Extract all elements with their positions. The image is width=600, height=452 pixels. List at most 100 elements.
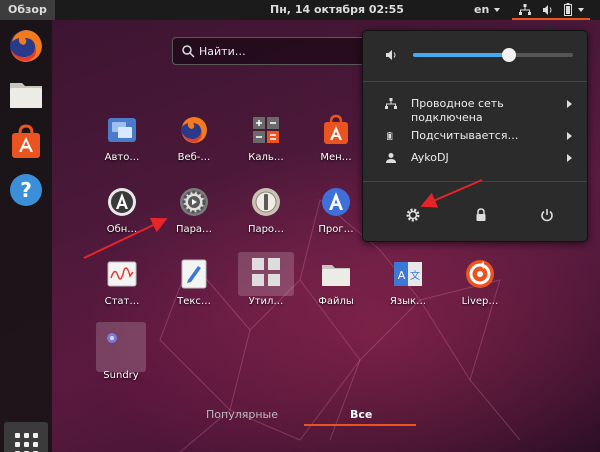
chevron-right-icon bbox=[567, 132, 572, 140]
software-center-icon bbox=[12, 124, 40, 158]
power-icon bbox=[541, 209, 553, 222]
activities-button[interactable]: Обзор bbox=[0, 0, 55, 20]
show-applications-button[interactable] bbox=[4, 422, 48, 452]
system-monitor-icon bbox=[107, 261, 137, 287]
app-item[interactable]: Livep… bbox=[452, 252, 508, 314]
calculator-icon bbox=[253, 117, 279, 143]
system-tray[interactable] bbox=[512, 0, 590, 20]
app-label: Стат… bbox=[104, 296, 140, 307]
app-item[interactable]: Текс… bbox=[166, 252, 222, 314]
battery-icon bbox=[564, 3, 572, 16]
system-tray-underline bbox=[512, 18, 590, 20]
app-item[interactable]: Обн… bbox=[94, 180, 150, 242]
svg-text:文: 文 bbox=[410, 269, 420, 282]
dock-item-files[interactable] bbox=[6, 74, 46, 114]
app-item[interactable]: Sundry bbox=[96, 322, 146, 381]
app-label: Текс… bbox=[177, 296, 211, 307]
menu-item-label: Проводное сеть подключена bbox=[411, 97, 504, 125]
tab-all[interactable]: Все bbox=[350, 408, 372, 421]
files-icon bbox=[322, 265, 350, 286]
firefox-icon bbox=[181, 117, 207, 143]
app-label: Каль… bbox=[248, 152, 284, 163]
search-icon bbox=[182, 45, 195, 58]
app-item[interactable]: Пара… bbox=[166, 180, 222, 242]
app-item[interactable]: Веб-… bbox=[166, 108, 222, 170]
app-item[interactable]: Паро… bbox=[238, 180, 294, 242]
volume-slider[interactable] bbox=[413, 48, 573, 62]
utilities-folder-icon bbox=[252, 258, 280, 286]
volume-slider-fill bbox=[413, 53, 509, 57]
menu-item-user[interactable]: AykoDJ bbox=[363, 147, 587, 171]
text-editor-icon bbox=[181, 259, 207, 289]
settings-icon bbox=[180, 188, 208, 216]
language-indicator[interactable]: en bbox=[474, 0, 489, 20]
svg-text:A: A bbox=[398, 269, 406, 282]
network-icon bbox=[385, 98, 397, 109]
app-label: Livep… bbox=[461, 296, 499, 307]
tab-popular[interactable]: Популярные bbox=[206, 408, 278, 421]
top-bar: Обзор Пн, 14 октября 02:55 en bbox=[0, 0, 600, 20]
user-icon bbox=[386, 153, 396, 163]
app-label: Обн… bbox=[106, 224, 138, 235]
tab-active-underline bbox=[304, 424, 416, 426]
app-item[interactable]: Стат… bbox=[94, 252, 150, 314]
sundry-folder-icon bbox=[107, 333, 117, 343]
app-label: Язык… bbox=[389, 296, 427, 307]
power-button[interactable] bbox=[533, 201, 561, 229]
network-status-line1: Проводное сеть bbox=[411, 97, 504, 110]
app-item[interactable]: A 文 Язык… bbox=[380, 252, 436, 314]
network-icon bbox=[519, 4, 531, 15]
app-label: Файлы bbox=[318, 296, 354, 307]
chevron-right-icon bbox=[567, 154, 572, 162]
livepatch-icon bbox=[466, 260, 494, 288]
files-icon bbox=[10, 83, 42, 108]
app-item[interactable]: Прог… bbox=[308, 180, 364, 242]
system-menu: Проводное сеть подключена Подсчитывается… bbox=[362, 30, 588, 242]
dock-item-software[interactable] bbox=[6, 122, 46, 162]
software-properties-icon bbox=[322, 188, 350, 216]
lock-button[interactable] bbox=[467, 201, 495, 229]
settings-button[interactable] bbox=[399, 201, 427, 229]
dock-item-help[interactable]: ? bbox=[6, 170, 46, 210]
menu-item-network[interactable]: Проводное сеть подключена bbox=[363, 93, 587, 125]
settings-icon bbox=[406, 208, 420, 222]
app-label: Веб-… bbox=[177, 152, 211, 163]
app-label: Авто… bbox=[104, 152, 140, 163]
volume-icon bbox=[386, 50, 396, 60]
dock-item-firefox[interactable] bbox=[6, 26, 46, 66]
network-status-line2: подключена bbox=[411, 111, 483, 124]
chevron-down-icon bbox=[494, 8, 500, 12]
autostart-icon bbox=[108, 118, 136, 142]
menu-separator bbox=[363, 181, 587, 182]
chevron-down-icon bbox=[578, 8, 584, 12]
app-label: Паро… bbox=[247, 224, 285, 235]
dock: ? bbox=[0, 20, 52, 452]
user-name: AykoDJ bbox=[411, 151, 449, 164]
search-input[interactable] bbox=[199, 42, 359, 60]
passwords-icon bbox=[252, 188, 280, 216]
firefox-icon bbox=[10, 30, 42, 62]
app-item[interactable]: Мен… bbox=[308, 108, 364, 170]
app-label: Утил… bbox=[248, 296, 284, 307]
app-item[interactable]: Файлы bbox=[308, 252, 364, 314]
help-icon: ? bbox=[10, 174, 42, 206]
chevron-right-icon bbox=[567, 100, 572, 108]
app-item[interactable]: Каль… bbox=[238, 108, 294, 170]
volume-slider-handle[interactable] bbox=[502, 48, 516, 62]
app-label: Sundry bbox=[103, 370, 139, 381]
volume-icon bbox=[543, 5, 552, 15]
app-label: Пара… bbox=[175, 224, 213, 235]
menu-separator bbox=[363, 81, 587, 82]
menu-item-battery[interactable]: Подсчитывается… bbox=[363, 125, 587, 149]
clock[interactable]: Пн, 14 октября 02:55 bbox=[270, 0, 404, 20]
software-updater-icon bbox=[324, 114, 348, 144]
app-label: Мен… bbox=[320, 152, 352, 163]
app-item[interactable]: Утил… bbox=[238, 252, 294, 307]
battery-status: Подсчитывается… bbox=[411, 129, 519, 142]
battery-icon bbox=[387, 132, 393, 140]
language-support-icon: A 文 bbox=[394, 262, 422, 286]
search-box[interactable] bbox=[172, 37, 368, 65]
lock-icon bbox=[476, 208, 486, 221]
app-item[interactable]: Авто… bbox=[94, 108, 150, 170]
svg-text:?: ? bbox=[20, 178, 32, 202]
